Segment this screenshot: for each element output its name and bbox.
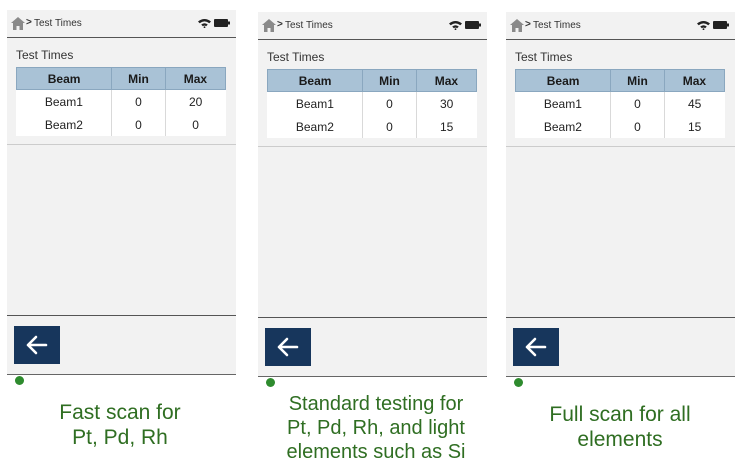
top-bar: > Test Times [506, 12, 735, 40]
min-cell[interactable]: 0 [362, 115, 417, 138]
screen-body: > Test Times Test Times Beam Min Max Bea… [506, 12, 735, 377]
chevron-right-icon: > [525, 19, 531, 30]
beam-cell: Beam2 [16, 113, 113, 136]
caption-line: Pt, Pd, Rh, and light [287, 417, 465, 439]
caption-line: Standard testing for [288, 393, 464, 415]
column-header-max: Max [663, 69, 726, 92]
arrow-left-icon [277, 337, 299, 357]
test-times-table: Beam Min Max Beam1 0 20 Beam2 0 0 [15, 67, 227, 136]
footer-bar [506, 317, 735, 376]
column-header-min: Min [362, 69, 417, 92]
section-title: Test Times [16, 48, 74, 62]
max-cell[interactable]: 45 [664, 92, 724, 116]
column-header-beam: Beam [15, 67, 113, 90]
home-icon[interactable] [510, 19, 524, 32]
battery-icon [465, 21, 481, 29]
max-cell[interactable]: 20 [165, 90, 225, 114]
min-cell[interactable]: 0 [111, 89, 166, 113]
table-row[interactable]: Beam2 0 0 [16, 113, 226, 136]
caption-1: Fast scan for Pt, Pd, Rh [20, 400, 220, 450]
table-row[interactable]: Beam1 0 45 [515, 91, 725, 116]
caption-line: elements such as Si [286, 441, 466, 463]
caption-line: Full scan for all [549, 403, 691, 426]
status-indicator [15, 376, 24, 385]
wifi-icon [697, 21, 710, 30]
max-cell[interactable]: 15 [416, 115, 476, 138]
min-cell[interactable]: 0 [111, 113, 166, 136]
table-row[interactable]: Beam2 0 15 [267, 115, 477, 138]
section-title: Test Times [267, 50, 325, 64]
min-cell[interactable]: 0 [610, 115, 665, 138]
chevron-right-icon: > [277, 19, 283, 30]
back-button[interactable] [513, 328, 559, 366]
column-header-min: Min [610, 69, 665, 92]
beam-cell: Beam2 [267, 115, 364, 138]
beam-cell: Beam1 [515, 91, 612, 115]
arrow-left-icon [26, 335, 48, 355]
back-button[interactable] [265, 328, 311, 366]
arrow-left-icon [525, 337, 547, 357]
test-times-table: Beam Min Max Beam1 0 30 Beam2 0 15 [266, 69, 478, 138]
breadcrumb: Test Times [533, 20, 581, 31]
test-times-table: Beam Min Max Beam1 0 45 Beam2 0 15 [514, 69, 726, 138]
chevron-right-icon: > [26, 17, 32, 28]
min-cell[interactable]: 0 [610, 91, 665, 115]
home-icon[interactable] [11, 17, 25, 30]
breadcrumb: Test Times [34, 18, 82, 29]
caption-3: Full scan for all elements [520, 402, 720, 452]
table-header-row: Beam Min Max [266, 69, 478, 92]
column-header-max: Max [164, 67, 227, 90]
footer-bar [7, 315, 236, 374]
screen-body: > Test Times Test Times Beam Min Max Bea… [258, 12, 487, 377]
empty-content-area [7, 144, 236, 315]
status-indicator [266, 378, 275, 387]
max-cell[interactable]: 15 [664, 115, 724, 138]
empty-content-area [258, 146, 487, 317]
top-bar: > Test Times [258, 12, 487, 40]
max-cell[interactable]: 30 [416, 92, 476, 116]
table-row[interactable]: Beam1 0 30 [267, 91, 477, 116]
column-header-beam: Beam [514, 69, 612, 92]
column-header-max: Max [415, 69, 478, 92]
caption-line: Pt, Pd, Rh [72, 426, 168, 449]
column-header-min: Min [111, 67, 166, 90]
beam-cell: Beam1 [16, 89, 113, 113]
empty-content-area [506, 146, 735, 317]
top-bar: > Test Times [7, 10, 236, 38]
section-title: Test Times [515, 50, 573, 64]
beam-cell: Beam1 [267, 91, 364, 115]
table-row[interactable]: Beam2 0 15 [515, 115, 725, 138]
back-button[interactable] [14, 326, 60, 364]
battery-icon [713, 21, 729, 29]
table-header-row: Beam Min Max [15, 67, 227, 90]
column-header-beam: Beam [266, 69, 364, 92]
wifi-icon [198, 19, 211, 28]
battery-icon [214, 19, 230, 27]
caption-2: Standard testing for Pt, Pd, Rh, and lig… [266, 392, 486, 464]
table-row[interactable]: Beam1 0 20 [16, 89, 226, 114]
caption-line: elements [577, 428, 663, 451]
footer-bar [258, 317, 487, 376]
min-cell[interactable]: 0 [362, 91, 417, 115]
table-header-row: Beam Min Max [514, 69, 726, 92]
breadcrumb: Test Times [285, 20, 333, 31]
screen-body: > Test Times Test Times Beam Min Max Bea… [7, 10, 236, 375]
caption-line: Fast scan for [59, 401, 181, 424]
beam-cell: Beam2 [515, 115, 612, 138]
home-icon[interactable] [262, 19, 276, 32]
status-indicator [514, 378, 523, 387]
wifi-icon [449, 21, 462, 30]
max-cell[interactable]: 0 [165, 113, 225, 136]
